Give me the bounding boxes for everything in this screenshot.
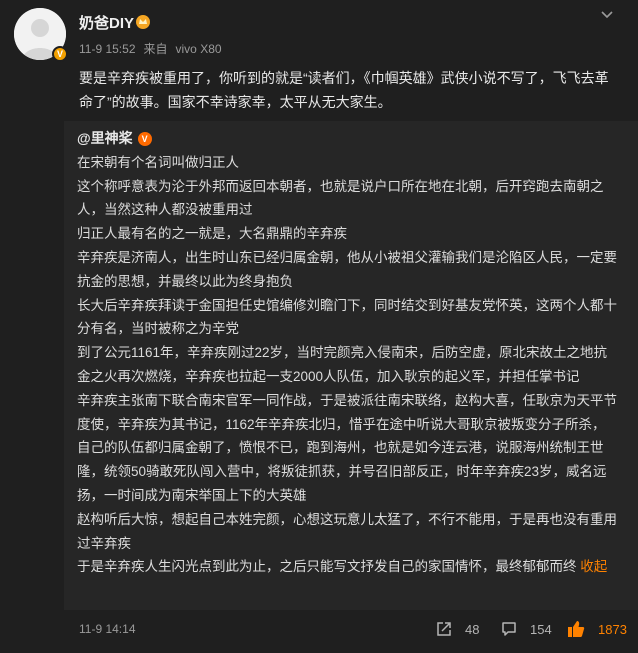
share-button[interactable]: 48	[435, 618, 479, 640]
post-meta: 11-9 15:52 来自 vivo X80	[79, 40, 230, 57]
post-source: vivo X80	[175, 42, 222, 56]
member-crown-icon[interactable]	[135, 14, 151, 30]
comment-button[interactable]: 154	[500, 618, 552, 640]
repost-paragraph: 这个称呼意表为沦于外邦而返回本朝者，也就是说户口所在地在北朝，后开窍跑去南朝之人…	[77, 178, 604, 218]
share-icon	[437, 622, 451, 636]
like-count: 1873	[598, 621, 627, 637]
repost-paragraph: 辛弃疾主张南下联合南宋官军一同作战，于是被派往南宋联络，赵构大喜，任耿京为天平节…	[77, 392, 617, 503]
chevron-down-icon[interactable]	[600, 8, 614, 22]
mention-link[interactable]: @里神桨	[77, 127, 152, 151]
repost-paragraph: 到了公元1161年，辛弃疾刚过22岁，当时完颜亮入侵南宋，后防空虚，原北宋故土之…	[77, 345, 608, 384]
repost-body: @里神桨 在宋朝有个名词叫做归正人 这个称呼意表为沦于外邦而返回本朝者，也就是说…	[77, 127, 619, 579]
like-button[interactable]: 1873	[566, 618, 627, 640]
repost-paragraph: 赵构听后大惊，想起自己本姓完颜，心想这玩意儿太猛了，不行不能用，于是再也没有重用…	[77, 511, 617, 551]
comment-count: 154	[530, 621, 552, 637]
username[interactable]: 奶爸DIY	[79, 12, 134, 33]
post-footer: 11-9 14:14 48 154 1873	[0, 612, 638, 653]
source-prefix: 来自	[143, 42, 168, 56]
post-text: 要是辛弃疾被重用了，你听到的就是“读者们，《巾帼英雄》武侠小说不写了，飞飞去革命…	[79, 70, 609, 110]
repost-paragraph: 在宋朝有个名词叫做归正人	[77, 154, 239, 170]
verified-badge-icon	[52, 46, 68, 62]
repost-paragraph: 于是辛弃疾人生闪光点到此为止，之后只能写文抒发自己的家国情怀，最终郁郁而终	[77, 559, 581, 575]
repost-time[interactable]: 11-9 14:14	[79, 622, 136, 636]
repost-paragraph: 归正人最有名的之一就是，大名鼎鼎的辛弃疾	[77, 226, 347, 242]
share-count: 48	[465, 621, 480, 637]
post-time[interactable]: 11-9 15:52	[79, 42, 136, 56]
collapse-link[interactable]: 收起	[580, 559, 607, 574]
repost-paragraph: 长大后辛弃疾拜读于金国担任史馆编修刘瞻门下，同时结交到好基友党怀英，这两个人都十…	[77, 297, 617, 337]
comment-icon	[502, 622, 516, 636]
repost-card[interactable]: @里神桨 在宋朝有个名词叫做归正人 这个称呼意表为沦于外邦而返回本朝者，也就是说…	[64, 121, 638, 610]
post-header: 奶爸DIY 11-9 15:52 来自 vivo X80	[0, 0, 638, 64]
verified-badge-icon	[137, 131, 152, 146]
thumbs-up-icon	[568, 621, 585, 637]
repost-paragraph: 辛弃疾是济南人，出生时山东已经归属金朝，他从小被祖父灌输我们是沦陷区人民，一定要…	[77, 249, 617, 289]
